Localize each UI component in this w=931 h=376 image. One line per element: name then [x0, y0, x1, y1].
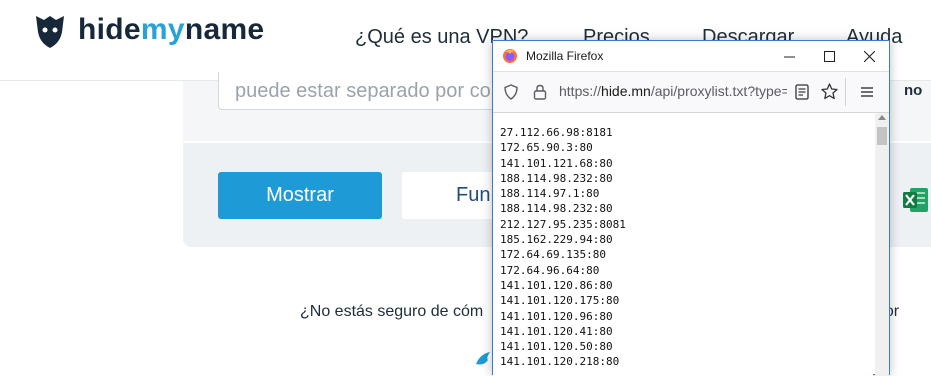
proxy-entry: 141.101.120.218:80: [500, 355, 620, 369]
proxy-entry: 188.114.98.232:80: [500, 171, 613, 185]
hamburger-menu-icon[interactable]: [859, 84, 875, 100]
window-title: Mozilla Firefox: [526, 49, 604, 63]
bookmark-star-icon[interactable]: [821, 83, 838, 100]
maximize-button[interactable]: [809, 41, 849, 71]
minimize-button[interactable]: [769, 41, 809, 71]
proxy-entry: 188.114.98.232:80: [500, 202, 613, 216]
excel-icon[interactable]: [902, 186, 930, 214]
minimize-icon: [783, 56, 795, 57]
url-field[interactable]: https://hide.mn/api/proxylist.txt?type=: [559, 83, 787, 99]
scroll-thumb[interactable]: [877, 127, 887, 145]
firefox-logo-icon: [503, 49, 517, 63]
reader-view-icon[interactable]: [795, 84, 809, 100]
show-button[interactable]: Mostrar: [218, 172, 382, 219]
proxy-entry: 27.112.66.98:8181: [500, 126, 613, 139]
proxy-entry: 172.65.90.3:80: [500, 141, 593, 155]
page-content: 27.112.66.98:8181 172.65.90.3:80 141.101.1…: [493, 113, 873, 376]
toolbar-separator: [845, 78, 846, 106]
logo-text: hidemyname: [78, 13, 265, 46]
vertical-scrollbar[interactable]: [875, 113, 889, 376]
address-bar[interactable]: https://hide.mn/api/proxylist.txt?type=: [493, 71, 889, 113]
option-label: no: [904, 82, 923, 99]
proxy-entry: 188.114.97.1:80: [500, 187, 600, 201]
proxy-entry: 172.64.96.64:80: [500, 263, 600, 277]
proxy-entry: 141.101.120.86:80: [500, 278, 613, 292]
shield-icon[interactable]: [503, 84, 519, 100]
bird-icon: [476, 352, 490, 365]
help-text: ¿No estás seguro de cóm: [300, 303, 484, 320]
proxy-entry: 185.162.229.94:80: [500, 233, 613, 247]
maximize-icon: [823, 50, 835, 62]
proxy-entry: 141.101.120.96:80: [500, 309, 613, 323]
firefox-window: Mozilla Firefox https://hide.mn/api/prox…: [492, 40, 890, 376]
firefox-titlebar[interactable]: Mozilla Firefox: [493, 41, 889, 71]
proxy-entry: 141.101.120.50:80: [500, 340, 613, 354]
proxy-entry: 141.101.120.41:80: [500, 324, 613, 338]
site-logo[interactable]: hidemyname: [30, 10, 264, 50]
lock-icon[interactable]: [533, 84, 547, 100]
close-icon: [863, 50, 875, 62]
proxy-entry: 212.127.95.235:8081: [500, 217, 626, 231]
close-button[interactable]: [849, 41, 889, 71]
proxy-entry: 141.101.121.68:80: [500, 156, 613, 170]
logo-mark-icon: [36, 16, 64, 48]
proxy-entry: 141.101.120.175:80: [500, 294, 620, 308]
scroll-up-arrow-icon[interactable]: [878, 115, 886, 120]
proxy-list: 27.112.66.98:8181 172.65.90.3:80 141.101.1…: [493, 113, 873, 370]
proxy-entry: 172.64.69.135:80: [500, 248, 606, 262]
